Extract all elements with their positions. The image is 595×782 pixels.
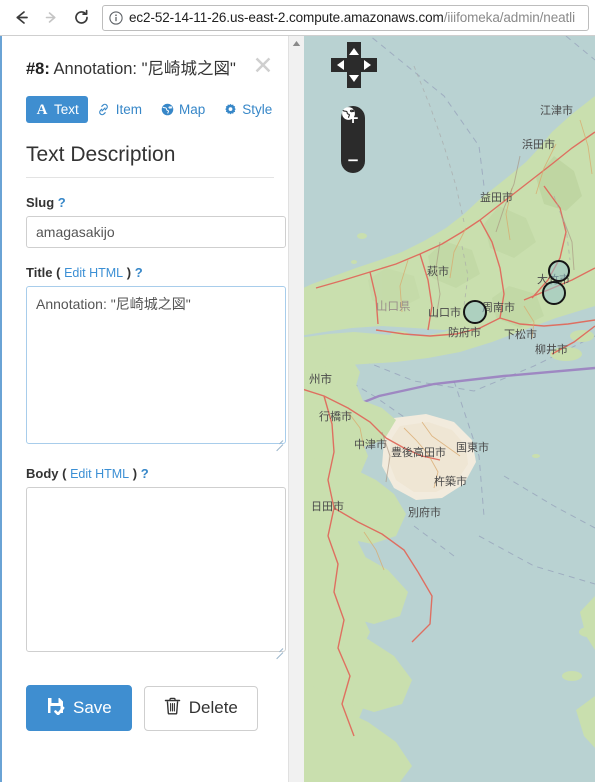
- slug-help-icon[interactable]: ?: [58, 195, 66, 210]
- title-textarea[interactable]: [26, 286, 286, 444]
- title-label: Title ( Edit HTML ) ?: [26, 265, 274, 280]
- title-help-icon[interactable]: ?: [135, 265, 143, 280]
- panel-tabs: A Text Item Map Style: [26, 96, 274, 123]
- reload-icon: [72, 8, 91, 27]
- record-number: #8:: [26, 60, 50, 78]
- map-viewport[interactable]: 江津市 浜田市 益田市 萩市 山口県 山口市 周南市 防府市 下松市 大竹市 柳…: [304, 36, 595, 782]
- title-field-group: Title ( Edit HTML ) ?: [26, 265, 286, 452]
- title-textarea-wrap: [26, 286, 286, 452]
- annotation-marker-2[interactable]: [542, 281, 566, 305]
- address-bar[interactable]: ec2-52-14-11-26.us-east-2.compute.amazon…: [102, 4, 589, 31]
- browser-toolbar: ec2-52-14-11-26.us-east-2.compute.amazon…: [0, 0, 595, 36]
- tab-text-label: Text: [54, 102, 79, 117]
- title-label-text: Title: [26, 265, 53, 280]
- panel-scrollbar[interactable]: [288, 36, 304, 782]
- text-a-icon: A: [36, 101, 48, 118]
- tab-text[interactable]: A Text: [26, 96, 88, 123]
- body-edit-html-link[interactable]: Edit HTML: [70, 467, 129, 481]
- zoom-world-button[interactable]: [341, 107, 365, 150]
- trash-icon: [164, 697, 181, 720]
- annotation-marker-3[interactable]: [463, 300, 487, 324]
- gear-icon: [223, 103, 237, 117]
- record-title-text: Annotation: "尼崎城之図": [49, 60, 236, 78]
- annotation-marker-1[interactable]: [548, 260, 570, 282]
- body-help-icon[interactable]: ?: [141, 466, 149, 481]
- close-icon[interactable]: ✕: [252, 53, 274, 78]
- tab-item[interactable]: Item: [88, 96, 151, 123]
- save-button[interactable]: Save: [26, 685, 132, 731]
- slug-field-group: Slug ?: [26, 195, 286, 248]
- reload-button[interactable]: [66, 3, 96, 33]
- annotation-edit-panel: #8: Annotation: "尼崎城之図" ✕ A Text Item Ma…: [0, 36, 304, 782]
- body-label-text: Body: [26, 466, 59, 481]
- zoom-out-button[interactable]: −: [341, 150, 365, 171]
- url-path: /iiifomeka/admin/neatli: [443, 10, 575, 25]
- slug-label-text: Slug: [26, 195, 55, 210]
- section-heading: Text Description: [26, 143, 274, 178]
- scroll-up-arrow-icon[interactable]: [289, 36, 304, 51]
- globe-icon: [160, 103, 174, 117]
- slug-label: Slug ?: [26, 195, 274, 210]
- body-textarea[interactable]: [26, 487, 286, 652]
- title-paren-close: ): [126, 265, 132, 280]
- panel-record-title: #8: Annotation: "尼崎城之図" ✕: [26, 53, 274, 80]
- page-info-icon[interactable]: [109, 10, 123, 25]
- body-paren-open: (: [62, 466, 67, 481]
- save-icon: [46, 696, 65, 720]
- form-actions: Save Delete: [26, 685, 274, 731]
- url-text: ec2-52-14-11-26.us-east-2.compute.amazon…: [129, 10, 575, 25]
- forward-arrow-icon: [42, 8, 61, 27]
- slug-input[interactable]: [26, 216, 286, 248]
- page-content: #8: Annotation: "尼崎城之図" ✕ A Text Item Ma…: [0, 36, 595, 782]
- tab-map-label: Map: [179, 102, 206, 117]
- title-edit-html-link[interactable]: Edit HTML: [64, 266, 123, 280]
- body-paren-close: ): [132, 466, 138, 481]
- body-textarea-wrap: [26, 487, 286, 660]
- tab-map[interactable]: Map: [151, 96, 214, 123]
- title-paren-open: (: [56, 265, 61, 280]
- zoom-control[interactable]: + −: [341, 106, 365, 173]
- tab-style[interactable]: Style: [214, 96, 281, 123]
- pan-dpad-control[interactable]: [331, 42, 377, 88]
- tab-style-label: Style: [242, 102, 273, 117]
- back-arrow-icon: [12, 8, 31, 27]
- tab-item-label: Item: [115, 102, 143, 117]
- delete-button[interactable]: Delete: [143, 685, 258, 731]
- body-label: Body ( Edit HTML ) ?: [26, 466, 274, 481]
- save-button-label: Save: [73, 698, 112, 717]
- link-icon: [97, 103, 111, 117]
- back-button[interactable]: [6, 3, 36, 33]
- url-host: ec2-52-14-11-26.us-east-2.compute.amazon…: [129, 10, 444, 25]
- forward-button[interactable]: [36, 3, 66, 33]
- body-field-group: Body ( Edit HTML ) ?: [26, 466, 286, 660]
- delete-button-label: Delete: [188, 698, 238, 717]
